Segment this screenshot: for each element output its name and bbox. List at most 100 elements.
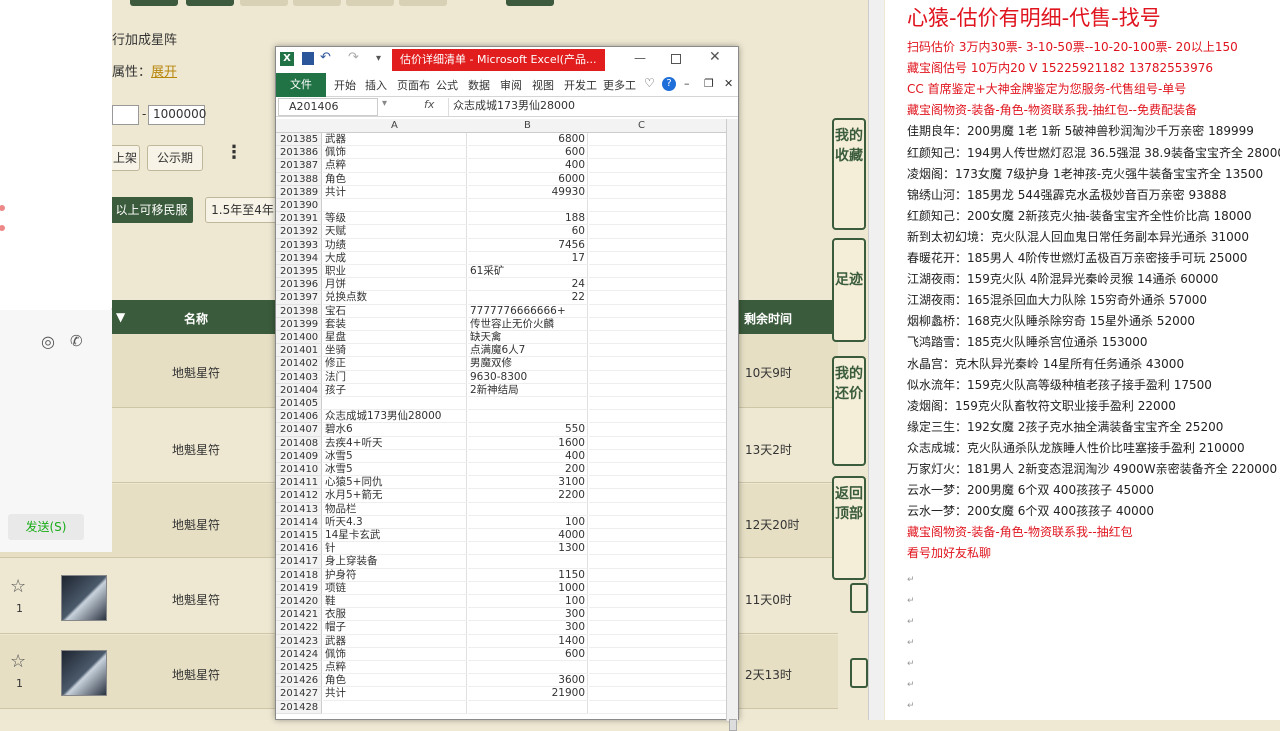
top-tab-6[interactable] — [399, 0, 447, 6]
cell-b[interactable] — [468, 555, 588, 569]
cell-b[interactable]: 600 — [468, 647, 588, 661]
favorite-star-icon[interactable]: ☆ — [10, 651, 26, 672]
row-number[interactable]: 201408 — [276, 436, 322, 450]
sheet-row[interactable]: 201413 物品栏 — [276, 502, 726, 516]
function-icon[interactable]: fx — [424, 98, 434, 111]
cell-a[interactable]: 角色 — [323, 674, 467, 688]
cell-b[interactable]: 2200 — [468, 489, 588, 503]
cell-a[interactable]: 项链 — [323, 581, 467, 595]
cell-a[interactable] — [323, 199, 467, 213]
row-number[interactable]: 201418 — [276, 568, 322, 582]
cell-c[interactable] — [589, 423, 726, 437]
cell-a[interactable]: 孩子 — [323, 383, 467, 397]
cell-a[interactable]: 物品栏 — [323, 502, 467, 516]
sheet-row[interactable]: 201410 冰雪5 200 — [276, 463, 726, 477]
cell-c[interactable] — [589, 542, 726, 556]
tab-data[interactable]: 数据 — [468, 77, 490, 93]
cell-b[interactable] — [468, 410, 588, 424]
top-tab-5[interactable] — [346, 0, 394, 6]
cell-c[interactable] — [589, 516, 726, 529]
sheet-row[interactable]: 201409 冰雪5 400 — [276, 449, 726, 463]
sheet-row[interactable]: 201422 帽子 300 — [276, 621, 726, 635]
tab-home[interactable]: 开始 — [334, 77, 356, 93]
sheet-row[interactable]: 201398 宝石 7777776666666+ — [276, 304, 726, 318]
tab-review[interactable]: 审阅 — [500, 77, 522, 93]
row-number[interactable]: 201386 — [276, 146, 322, 160]
tab-formulas[interactable]: 公式 — [436, 77, 458, 93]
column-header[interactable]: B — [524, 120, 531, 131]
sheet-row[interactable]: 201397 兑换点数 22 — [276, 291, 726, 305]
row-number[interactable]: 201414 — [276, 515, 322, 529]
cell-b[interactable]: 1400 — [468, 634, 588, 648]
tab-more-tools[interactable]: 更多工 — [603, 77, 636, 93]
cell-a[interactable]: 坐骑 — [323, 344, 467, 358]
cell-c[interactable] — [589, 503, 726, 516]
row-number[interactable]: 201412 — [276, 489, 322, 503]
row-number[interactable]: 201415 — [276, 529, 322, 543]
ribbon-restore-icon[interactable]: ❐ — [704, 77, 714, 90]
row-number[interactable]: 201410 — [276, 463, 322, 477]
cell-a[interactable]: 天赋 — [323, 225, 467, 239]
sheet-row[interactable]: 201403 法门 9630-8300 — [276, 370, 726, 384]
cell-b[interactable] — [468, 502, 588, 516]
top-tab-7[interactable] — [506, 0, 554, 6]
row-number[interactable]: 201428 — [276, 700, 322, 714]
row-number[interactable]: 201424 — [276, 647, 322, 661]
sheet-row[interactable]: 201404 孩子 2新神结局 — [276, 383, 726, 397]
row-number[interactable]: 201392 — [276, 225, 322, 239]
row-number[interactable]: 201427 — [276, 687, 322, 701]
cell-b[interactable]: 300 — [468, 608, 588, 622]
top-tab-2[interactable] — [186, 0, 234, 6]
sheet-row[interactable]: 201387 点粹 400 — [276, 159, 726, 173]
scroll-thumb[interactable] — [729, 719, 737, 731]
cell-b[interactable]: 600 — [468, 146, 588, 160]
cell-a[interactable]: 职业 — [323, 265, 467, 279]
favorite-star-icon[interactable]: ☆ — [10, 576, 26, 597]
nav-back-to-top[interactable]: 返回顶部 — [832, 476, 866, 580]
more-options-icon[interactable]: ⋮ — [225, 144, 243, 162]
cell-c[interactable] — [589, 463, 726, 477]
sort-caret-icon[interactable]: ▼ — [116, 310, 125, 324]
cell-a[interactable] — [323, 397, 467, 411]
row-number[interactable]: 201419 — [276, 581, 322, 595]
tab-developer[interactable]: 开发工 — [564, 77, 597, 93]
cell-a[interactable]: 月饼 — [323, 278, 467, 292]
cell-a[interactable]: 点粹 — [323, 661, 467, 675]
cell-a[interactable]: 衣服 — [323, 608, 467, 622]
sheet-row[interactable]: 201400 星盘 缺天禽 — [276, 331, 726, 345]
formula-input[interactable]: 众志成城173男仙28000 — [448, 98, 734, 116]
nav-footprints[interactable]: 足迹 — [832, 238, 866, 342]
cell-a[interactable]: 身上穿装备 — [323, 555, 467, 569]
sheet-row[interactable]: 201415 14星卡玄武 4000 — [276, 529, 726, 543]
row-number[interactable]: 201396 — [276, 278, 322, 292]
cell-b[interactable]: 1300 — [468, 542, 588, 556]
close-icon[interactable]: ✕ — [709, 49, 721, 65]
cell-b[interactable]: 17 — [468, 251, 588, 265]
cell-a[interactable]: 共计 — [323, 687, 467, 701]
cell-c[interactable] — [589, 595, 726, 609]
cell-c[interactable] — [589, 305, 726, 318]
row-number[interactable]: 201397 — [276, 291, 322, 305]
cell-c[interactable] — [589, 265, 726, 279]
expand-handle[interactable] — [850, 658, 868, 688]
cell-a[interactable]: 帽子 — [323, 621, 467, 635]
cell-a[interactable]: 武器 — [323, 634, 467, 648]
cell-c[interactable] — [589, 186, 726, 199]
cell-c[interactable] — [589, 569, 726, 582]
cell-c[interactable] — [589, 701, 726, 714]
cell-c[interactable] — [589, 239, 726, 252]
cell-a[interactable]: 宝石 — [323, 304, 467, 318]
cell-b[interactable]: 男魔双修 — [468, 357, 588, 371]
cell-c[interactable] — [589, 146, 726, 160]
cell-c[interactable] — [589, 159, 726, 173]
cell-b[interactable]: 2新神结局 — [468, 383, 588, 397]
cell-a[interactable]: 角色 — [323, 172, 467, 186]
cell-b[interactable]: 100 — [468, 595, 588, 609]
cell-b[interactable]: 7456 — [468, 238, 588, 252]
sheet-row[interactable]: 201395 职业 61采矿 — [276, 265, 726, 279]
sheet-row[interactable]: 201392 天赋 60 — [276, 225, 726, 239]
cell-b[interactable]: 传世容止无价火麟 — [468, 317, 588, 331]
row-number[interactable]: 201420 — [276, 595, 322, 609]
row-number[interactable]: 201405 — [276, 397, 322, 411]
cell-b[interactable]: 1000 — [468, 581, 588, 595]
